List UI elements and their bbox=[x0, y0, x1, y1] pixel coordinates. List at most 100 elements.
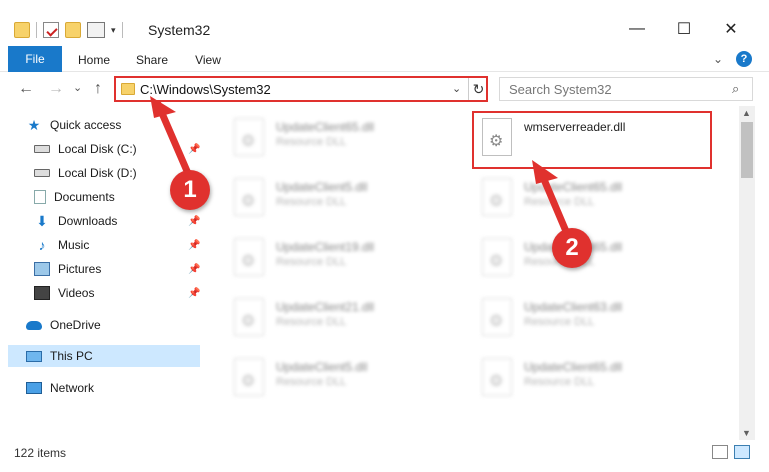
sidebar-item-quick-access[interactable]: ★ Quick access bbox=[8, 114, 200, 136]
this-pc-icon bbox=[26, 350, 42, 362]
divider bbox=[121, 22, 123, 38]
file-description: Resource DLL bbox=[276, 196, 347, 208]
address-dropdown-icon[interactable]: ⌄ bbox=[452, 82, 461, 95]
minimize-button[interactable]: — bbox=[614, 14, 660, 44]
dll-file-icon: ⚙ bbox=[234, 298, 264, 336]
view-options-icon[interactable] bbox=[87, 22, 105, 38]
maximize-icon: ☐ bbox=[676, 21, 692, 38]
tab-share[interactable]: Share bbox=[132, 48, 172, 72]
sidebar-item-local-disk-c[interactable]: Local Disk (C:) 📌 bbox=[8, 138, 200, 160]
quick-access-toolbar: ▾ bbox=[14, 20, 123, 40]
search-icon[interactable]: ⌕ bbox=[732, 81, 739, 97]
step-1-badge: 1 bbox=[170, 170, 210, 210]
sidebar-item-label: Local Disk (D:) bbox=[58, 166, 137, 180]
close-icon: ✕ bbox=[724, 21, 738, 38]
file-name: UpdateClient63.dll bbox=[524, 300, 623, 314]
sidebar-item-music[interactable]: ♪ Music 📌 bbox=[8, 234, 201, 256]
gear-icon: ⚙ bbox=[241, 253, 256, 270]
navigation-bar: ← → ⌄ ↑ C:\Windows\System32 ⌄ ↻ Search S… bbox=[0, 72, 769, 106]
dll-file-icon: ⚙ bbox=[482, 178, 512, 216]
disk-icon bbox=[34, 169, 50, 177]
properties-check-icon[interactable] bbox=[43, 22, 59, 38]
dll-file-icon: ⚙ bbox=[482, 358, 512, 396]
tab-file[interactable]: File bbox=[8, 46, 62, 72]
address-bar[interactable]: C:\Windows\System32 ⌄ ↻ bbox=[114, 76, 488, 102]
sidebar-item-this-pc[interactable]: This PC bbox=[8, 345, 200, 367]
recent-locations-icon[interactable]: ⌄ bbox=[73, 81, 82, 94]
file-description: Resource DLL bbox=[276, 316, 347, 328]
star-icon: ★ bbox=[27, 117, 41, 133]
file-item[interactable]: ⚙ UpdateClient63.dll Resource DLL bbox=[476, 294, 716, 348]
gear-icon: ⚙ bbox=[241, 313, 256, 330]
file-item[interactable]: ⚙ UpdateClient65.dll Resource DLL bbox=[228, 114, 468, 168]
file-item[interactable]: ⚙ UpdateClient65.dll Resource DLL bbox=[476, 234, 716, 288]
divider bbox=[36, 22, 37, 38]
dll-file-icon: ⚙ bbox=[234, 178, 264, 216]
scrollbar-thumb[interactable] bbox=[741, 122, 753, 178]
file-item[interactable]: ⚙ UpdateClient5.dll Resource DLL bbox=[228, 354, 468, 408]
back-arrow-icon[interactable]: ← bbox=[18, 80, 34, 98]
close-button[interactable]: ✕ bbox=[708, 14, 754, 44]
pictures-icon bbox=[34, 262, 50, 276]
file-description: Resource DLL bbox=[276, 136, 347, 148]
sidebar-item-network[interactable]: Network bbox=[8, 377, 200, 399]
status-bar: 122 items bbox=[0, 440, 769, 472]
file-name: UpdateClient5.dll bbox=[276, 360, 368, 374]
pin-icon: 📌 bbox=[188, 215, 201, 227]
sidebar-item-downloads[interactable]: ⬇ Downloads 📌 bbox=[8, 210, 200, 232]
onedrive-icon bbox=[26, 320, 42, 330]
forward-arrow-icon[interactable]: → bbox=[48, 80, 64, 98]
large-icons-view-icon[interactable] bbox=[734, 445, 750, 459]
details-view-icon[interactable] bbox=[712, 445, 728, 459]
gear-icon: ⚙ bbox=[241, 373, 256, 390]
network-icon bbox=[26, 382, 42, 394]
gear-icon: ⚙ bbox=[489, 253, 504, 270]
documents-icon bbox=[34, 190, 46, 204]
search-box[interactable]: Search System32 ⌕ bbox=[499, 77, 753, 101]
tab-home[interactable]: Home bbox=[74, 48, 114, 72]
file-name: UpdateClient21.dll bbox=[276, 300, 375, 314]
help-icon[interactable]: ? bbox=[736, 51, 752, 67]
vertical-scrollbar[interactable]: ▲ ▼ bbox=[739, 106, 755, 440]
sidebar-item-label: Pictures bbox=[58, 262, 102, 276]
sidebar-item-label: Videos bbox=[58, 286, 95, 300]
gear-icon: ⚙ bbox=[241, 133, 256, 150]
expand-ribbon-icon[interactable]: ⌄ bbox=[713, 52, 723, 66]
search-placeholder[interactable]: Search System32 bbox=[509, 82, 612, 97]
dll-file-icon: ⚙ bbox=[482, 298, 512, 336]
pin-icon: 📌 bbox=[188, 239, 201, 251]
pin-icon: 📌 bbox=[188, 143, 201, 155]
scroll-up-icon[interactable]: ▲ bbox=[742, 108, 751, 118]
sidebar-item-pictures[interactable]: Pictures 📌 bbox=[8, 258, 200, 280]
file-description: Resource DLL bbox=[276, 256, 347, 268]
file-item[interactable]: ⚙ UpdateClient65.dll Resource DLL bbox=[476, 354, 716, 408]
gear-icon: ⚙ bbox=[489, 373, 504, 390]
new-folder-icon[interactable] bbox=[65, 22, 81, 38]
scroll-down-icon[interactable]: ▼ bbox=[742, 428, 751, 438]
file-item[interactable]: ⚙ UpdateClient19.dll Resource DLL bbox=[228, 234, 468, 288]
pin-icon: 📌 bbox=[188, 263, 201, 275]
disk-icon bbox=[34, 145, 50, 153]
file-name: UpdateClient65.dll bbox=[524, 360, 623, 374]
customize-toolbar-dropdown-icon[interactable]: ▾ bbox=[111, 25, 116, 36]
address-path[interactable]: C:\Windows\System32 bbox=[140, 82, 271, 97]
file-name: UpdateClient65.dll bbox=[524, 180, 623, 194]
refresh-icon[interactable]: ↻ bbox=[468, 78, 488, 100]
file-description: Resource DLL bbox=[524, 316, 595, 328]
dll-file-icon: ⚙ bbox=[234, 358, 264, 396]
file-item[interactable]: ⚙ UpdateClient21.dll Resource DLL bbox=[228, 294, 468, 348]
sidebar-item-label: Quick access bbox=[50, 118, 122, 132]
ribbon-tabs: File Home Share View ⌄ ? bbox=[0, 44, 769, 72]
file-list: ⚙ UpdateClient65.dll Resource DLL ⚙ Upda… bbox=[206, 106, 739, 440]
dll-file-icon: ⚙ bbox=[482, 238, 512, 276]
file-description: Resource DLL bbox=[524, 376, 595, 388]
sidebar-item-onedrive[interactable]: OneDrive bbox=[8, 314, 200, 336]
file-item[interactable]: ⚙ UpdateClient5.dll Resource DLL bbox=[228, 174, 468, 228]
tab-view[interactable]: View bbox=[188, 48, 228, 72]
up-arrow-icon[interactable]: ↑ bbox=[94, 80, 102, 98]
sidebar-item-videos[interactable]: Videos 📌 bbox=[8, 282, 200, 304]
file-description: Resource DLL bbox=[276, 376, 347, 388]
file-item[interactable]: ⚙ UpdateClient65.dll Resource DLL bbox=[476, 174, 716, 228]
maximize-button[interactable]: ☐ bbox=[661, 14, 707, 44]
dll-file-icon: ⚙ bbox=[234, 238, 264, 276]
